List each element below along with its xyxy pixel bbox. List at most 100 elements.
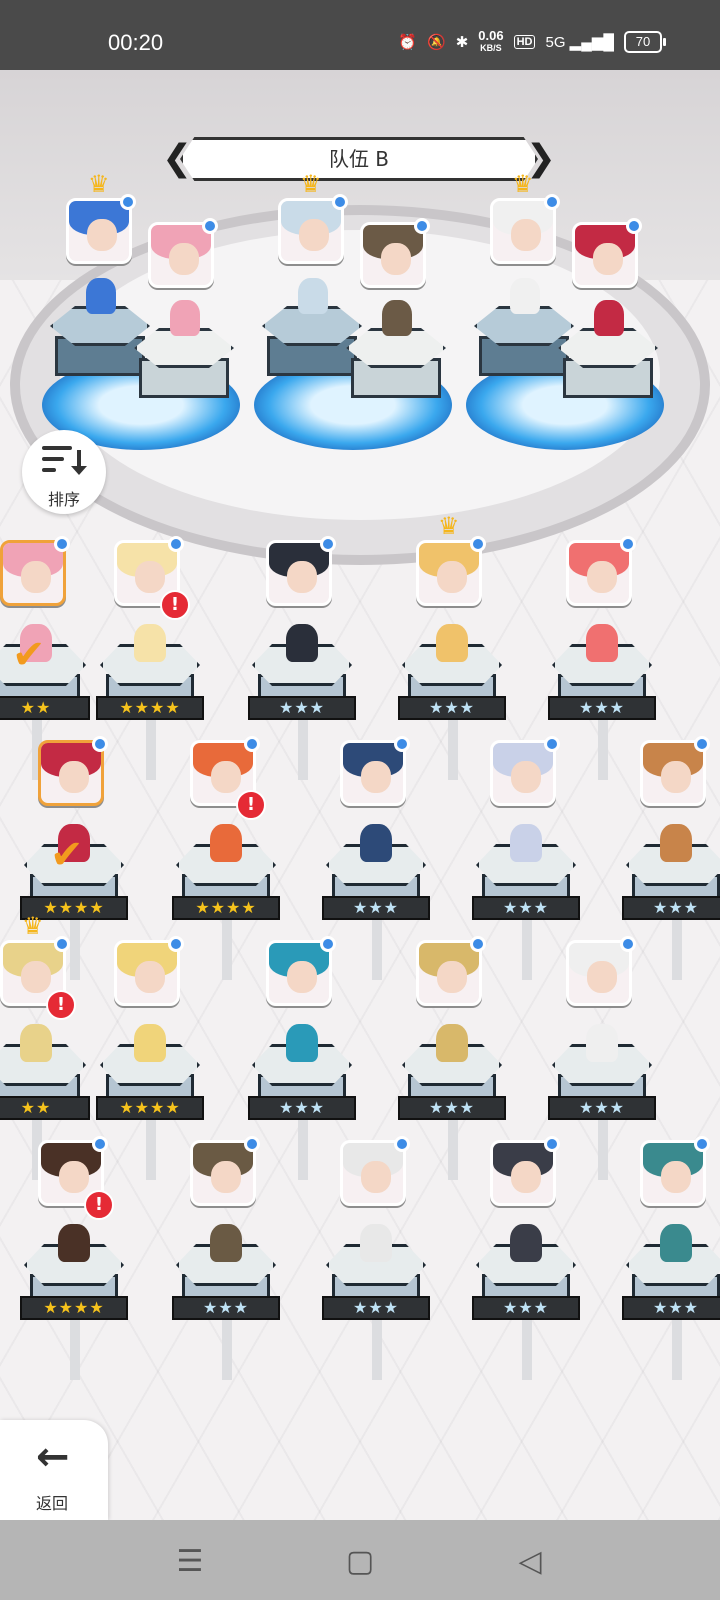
star-rating: ★★★★ xyxy=(172,896,280,920)
hero-pedestal[interactable]: ★★★★ xyxy=(96,1020,206,1180)
star-rating: ★★★ xyxy=(472,1296,580,1320)
sort-label: 排序 xyxy=(47,490,80,509)
pedestal-leg xyxy=(146,720,156,780)
info-dot-icon xyxy=(544,194,560,210)
crown-icon: ♛ xyxy=(22,912,44,940)
hero-pedestal[interactable]: ★★★ xyxy=(322,1220,432,1380)
star-rating: ★★★★ xyxy=(96,1096,204,1120)
star-rating: ★★★ xyxy=(322,1296,430,1320)
hero-pedestal[interactable]: ★★★ xyxy=(322,820,432,980)
hero-sprite xyxy=(436,624,468,662)
crown-icon: ♛ xyxy=(438,512,460,540)
hero-pedestal[interactable]: ★★★ xyxy=(398,1020,508,1180)
portrait-face xyxy=(587,961,617,993)
pedestal-leg xyxy=(298,1120,308,1180)
info-dot-icon xyxy=(414,218,430,234)
back-label: 返回 xyxy=(36,1494,69,1513)
back-button[interactable]: ← 返回 xyxy=(0,1420,108,1520)
portrait-face xyxy=(661,761,691,793)
mute-icon: 🔕 xyxy=(427,34,446,51)
info-dot-icon xyxy=(92,736,108,752)
hero-pedestal[interactable]: ★★★ xyxy=(472,820,582,980)
team-selector: ❮ 队伍 B ❯ xyxy=(160,137,558,183)
hero-pedestal[interactable]: ★★★ xyxy=(548,620,658,780)
portrait-face xyxy=(211,761,241,793)
team-slot[interactable] xyxy=(558,328,658,398)
alert-badge-icon: ! xyxy=(236,790,266,820)
hero-pedestal[interactable]: ★★★★ xyxy=(172,820,282,980)
pedestal-leg xyxy=(372,1320,382,1380)
portrait-face xyxy=(299,219,329,251)
pedestal-leg xyxy=(70,1320,80,1380)
portrait-face xyxy=(437,961,467,993)
star-rating: ★★★ xyxy=(548,1096,656,1120)
hero-pedestal[interactable]: ★★★ xyxy=(172,1220,282,1380)
sort-descending-icon xyxy=(42,446,87,475)
portrait-face xyxy=(381,243,411,275)
info-dot-icon xyxy=(244,736,260,752)
bluetooth-icon: ✱ xyxy=(455,34,469,51)
pedestal-leg xyxy=(448,720,458,780)
hero-sprite xyxy=(382,300,412,336)
info-dot-icon xyxy=(120,194,136,210)
pedestal-leg xyxy=(372,920,382,980)
info-dot-icon xyxy=(394,736,410,752)
info-dot-icon xyxy=(694,1136,710,1152)
team-title: 队伍 B xyxy=(180,137,538,181)
team-slot[interactable] xyxy=(346,328,446,398)
portrait-face xyxy=(511,1161,541,1193)
sort-button[interactable]: 排序 xyxy=(22,430,106,514)
info-dot-icon xyxy=(168,936,184,952)
portrait-face xyxy=(593,243,623,275)
star-rating: ★★★★ xyxy=(20,1296,128,1320)
star-rating: ★★★ xyxy=(322,896,430,920)
hero-sprite xyxy=(360,1224,392,1262)
hero-sprite xyxy=(210,1224,242,1262)
home-icon[interactable]: ▢ xyxy=(340,1542,380,1582)
signal-icon: 5G ▂▄▆█ xyxy=(545,34,614,51)
hero-pedestal[interactable]: ★★★ xyxy=(622,820,720,980)
info-dot-icon xyxy=(544,1136,560,1152)
portrait-face xyxy=(661,1161,691,1193)
team-slot[interactable] xyxy=(134,328,234,398)
hero-pedestal[interactable]: ★★ xyxy=(0,1020,92,1180)
pedestal-leg xyxy=(222,1320,232,1380)
arrow-left-icon: ← xyxy=(36,1434,70,1480)
hero-sprite xyxy=(510,278,540,314)
hero-sprite xyxy=(134,1024,166,1062)
hero-sprite xyxy=(86,278,116,314)
portrait-face xyxy=(135,961,165,993)
pedestal-leg xyxy=(298,720,308,780)
portrait-face xyxy=(587,561,617,593)
portrait-face xyxy=(511,219,541,251)
crown-icon: ♛ xyxy=(88,170,110,198)
battery-icon: 70 xyxy=(624,31,666,53)
info-dot-icon xyxy=(694,736,710,752)
net-speed: 0.06 KB/S xyxy=(478,28,504,53)
hero-sprite xyxy=(170,300,200,336)
info-dot-icon xyxy=(168,536,184,552)
menu-icon[interactable]: ☰ xyxy=(170,1542,210,1582)
hero-sprite xyxy=(594,300,624,336)
back-triangle-icon[interactable]: ◁ xyxy=(510,1542,550,1582)
info-dot-icon xyxy=(470,536,486,552)
hero-pedestal[interactable]: ★★★ xyxy=(248,620,358,780)
hero-sprite xyxy=(586,1024,618,1062)
hero-sprite xyxy=(360,824,392,862)
portrait-face xyxy=(135,561,165,593)
info-dot-icon xyxy=(332,194,348,210)
hero-pedestal[interactable]: ★★★ xyxy=(472,1220,582,1380)
status-bar: 00:20 ⏰ 🔕 ✱ 0.06 KB/S HD 5G ▂▄▆█ 70 xyxy=(0,0,720,70)
hero-pedestal[interactable]: ★★★ xyxy=(248,1020,358,1180)
hero-pedestal[interactable]: ★★★ xyxy=(548,1020,658,1180)
hero-pedestal[interactable]: ★★★ xyxy=(398,620,508,780)
info-dot-icon xyxy=(620,536,636,552)
star-rating: ★★★ xyxy=(622,896,720,920)
hero-pedestal[interactable]: ★★★★ xyxy=(96,620,206,780)
hero-sprite xyxy=(436,1024,468,1062)
hero-pedestal[interactable]: ★★★★ xyxy=(20,1220,130,1380)
info-dot-icon xyxy=(54,936,70,952)
hd-badge: HD xyxy=(513,35,536,49)
hero-pedestal[interactable]: ★★★ xyxy=(622,1220,720,1380)
status-icons: ⏰ 🔕 ✱ 0.06 KB/S HD 5G ▂▄▆█ 70 xyxy=(398,28,666,54)
